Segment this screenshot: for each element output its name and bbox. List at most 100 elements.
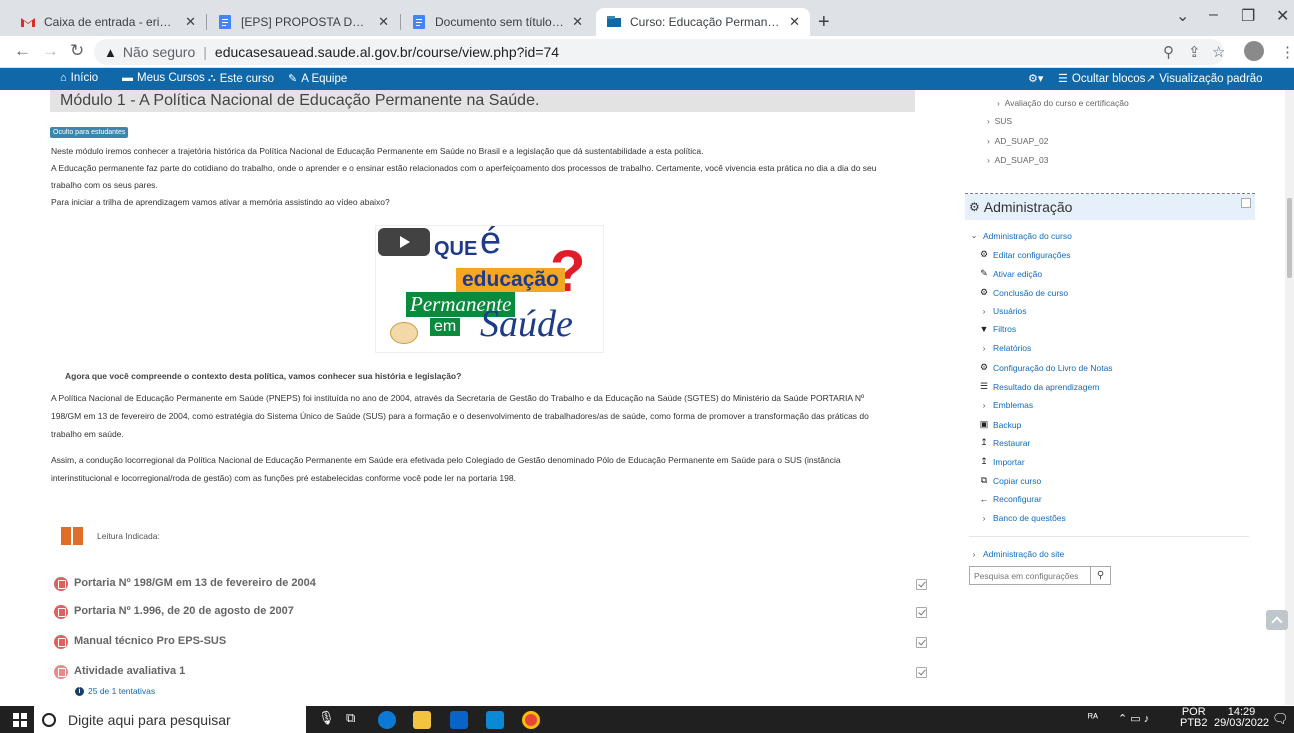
admin-item[interactable]: › Emblemas (979, 400, 1034, 410)
admin-item[interactable]: ⧉ Copiar curso (979, 475, 1041, 486)
attempts-info[interactable]: i 25 de 1 tentativas (75, 686, 155, 696)
security-status: Não seguro (122, 44, 196, 60)
window-close-button[interactable]: ✕ (1276, 6, 1289, 26)
resource-row[interactable]: Portaria Nº 198/GM em 13 de fevereiro de… (54, 576, 927, 598)
completion-checkbox[interactable] (916, 637, 927, 648)
address-bar: ← → ↻ ▲ Não seguro | educasesauead.saude… (0, 36, 1294, 68)
mail-icon[interactable] (486, 711, 504, 729)
menu-dots-icon[interactable]: ⋮ (1280, 43, 1294, 61)
tab-moodle-course[interactable]: Curso: Educação Permanente em ✕ (596, 8, 810, 36)
divider (969, 536, 1249, 537)
admin-item[interactable]: ⚙ Editar configurações (979, 249, 1071, 260)
taskbar-search-placeholder: Digite aqui para pesquisar (68, 711, 231, 728)
tree-item[interactable]: › SUS (987, 116, 1012, 126)
admin-item[interactable]: ▼ Filtros (979, 324, 1017, 334)
admin-item[interactable]: › Banco de questões (979, 513, 1066, 523)
nav-my-courses[interactable]: ▬ Meus Cursos (122, 72, 205, 84)
clock[interactable]: 14:29 29/03/2022 (1214, 707, 1269, 729)
standard-view-button[interactable]: ↗ Visualização padrão (1146, 72, 1263, 86)
nav-my-courses-label: Meus Cursos (137, 72, 205, 84)
nav-this-course[interactable]: ⛬ Este curso (208, 72, 274, 85)
close-icon[interactable]: ✕ (185, 14, 196, 30)
hide-blocks-button[interactable]: ☰ Ocultar blocos (1058, 72, 1146, 86)
admin-item[interactable]: ⚙ Configuração do Livro de Notas (979, 362, 1113, 373)
course-admin-node[interactable]: ⌄ Administração do curso (969, 230, 1071, 241)
settings-menu[interactable]: ⚙▾ (1028, 72, 1043, 85)
sus-logo-icon (390, 322, 418, 344)
admin-item[interactable]: ⚙ Conclusão de curso (979, 287, 1068, 298)
back-to-top-button[interactable] (1266, 610, 1288, 630)
tree-item[interactable]: › Avaliação do curso e certificação (997, 98, 1129, 108)
people-icon[interactable]: ᴿᴬ (1088, 712, 1098, 724)
windows-start-icon[interactable] (13, 713, 27, 727)
resource-link[interactable]: Portaria Nº 198/GM em 13 de fevereiro de… (74, 577, 316, 589)
nav-team[interactable]: ✎ A Equipe (288, 72, 347, 86)
admin-item[interactable]: ✎ Ativar edição (979, 268, 1042, 279)
hide-blocks-label: Ocultar blocos (1071, 72, 1146, 85)
close-icon[interactable]: ✕ (378, 14, 389, 30)
notification-icon[interactable]: 🗨 (1272, 711, 1289, 727)
restore-button[interactable]: ❐ (1241, 6, 1255, 26)
tree-item[interactable]: › AD_SUAP_03 (987, 155, 1048, 165)
tab-docs-untitled[interactable]: Documento sem título - Docume ✕ (401, 8, 593, 36)
back-arrow-icon[interactable]: ← (14, 42, 31, 60)
close-icon[interactable]: ✕ (572, 14, 583, 30)
language-indicator[interactable]: POR PTB2 (1180, 707, 1208, 729)
new-tab-button[interactable]: + (818, 12, 830, 32)
search-icon[interactable]: ⚲ (1090, 567, 1110, 584)
magic-icon: ✎ (288, 73, 298, 85)
video-thumbnail[interactable]: QUE é ? educação Permanente em Saúde (375, 225, 604, 353)
edge-icon[interactable] (378, 711, 396, 729)
chevron-down-icon[interactable]: ⌄ (1176, 6, 1189, 26)
task-view-icon[interactable]: ⧉ (346, 710, 355, 726)
chevron-right-icon: › (982, 400, 986, 410)
moodle-icon (606, 14, 622, 30)
resource-link[interactable]: Portaria Nº 1.996, de 20 de agosto de 20… (74, 605, 294, 617)
close-icon[interactable]: ✕ (789, 14, 800, 30)
resource-link[interactable]: Manual técnico Pro EPS-SUS (74, 635, 226, 647)
admin-item[interactable]: ↥ Restaurar (979, 437, 1030, 448)
resource-row[interactable]: Manual técnico Pro EPS-SUS (54, 634, 927, 656)
site-admin-node[interactable]: › Administração do site (969, 549, 1065, 559)
resource-link[interactable]: Atividade avaliativa 1 (74, 665, 185, 677)
play-icon[interactable] (378, 228, 430, 256)
collapse-icon[interactable] (1241, 198, 1251, 208)
tab-gmail[interactable]: Caixa de entrada - erivaldolimah ✕ (10, 8, 206, 36)
admin-item[interactable]: ▣ Backup (979, 419, 1022, 430)
admin-item[interactable]: ☰ Resultado da aprendizagem (979, 381, 1099, 392)
share-icon[interactable]: ⇪ (1188, 43, 1201, 61)
completion-checkbox[interactable] (916, 607, 927, 618)
completion-checkbox[interactable] (916, 579, 927, 590)
microphone-icon[interactable]: 🎙 (318, 710, 335, 726)
forward-arrow-icon[interactable]: → (42, 42, 59, 60)
admin-item[interactable]: › Relatórios (979, 343, 1032, 353)
avatar[interactable] (1244, 41, 1264, 61)
intro-line: Neste módulo iremos conhecer a trajetóri… (51, 146, 704, 156)
tray-icons[interactable]: ⌃ ▭ ♪ (1118, 712, 1149, 725)
admin-item[interactable]: ↥ Importar (979, 456, 1024, 467)
admin-search-input[interactable] (970, 567, 1090, 584)
admin-item[interactable]: › Usuários (979, 306, 1027, 316)
book-icon (61, 527, 83, 545)
tab-docs-proposta[interactable]: [EPS] PROPOSTA DE READEQUAÇ ✕ (207, 8, 399, 36)
star-icon[interactable]: ☆ (1212, 43, 1225, 61)
scrollbar-thumb[interactable] (1287, 198, 1292, 278)
taskbar-search[interactable]: Digite aqui para pesquisar (34, 706, 306, 733)
sitemap-icon: ⛬ (208, 72, 216, 84)
resource-row[interactable]: Portaria Nº 1.996, de 20 de agosto de 20… (54, 604, 927, 626)
nav-home[interactable]: ⌂ Início (60, 72, 98, 84)
chrome-icon[interactable] (522, 711, 540, 729)
copy-icon: ⧉ (980, 475, 988, 485)
reload-icon[interactable]: ↻ (70, 42, 84, 60)
gmail-icon (20, 14, 36, 30)
store-icon[interactable] (450, 711, 468, 729)
url-field[interactable]: ▲ Não seguro | educasesauead.saude.al.go… (94, 39, 1224, 65)
tree-item[interactable]: › AD_SUAP_02 (987, 136, 1048, 146)
completion-checkbox[interactable] (916, 667, 927, 678)
resource-row[interactable]: Atividade avaliativa 1 (54, 664, 927, 686)
zoom-icon[interactable]: ⚲ (1163, 43, 1174, 61)
file-explorer-icon[interactable] (413, 711, 431, 729)
video-text-que: QUE (434, 238, 478, 260)
minimize-button[interactable]: – (1209, 6, 1218, 24)
admin-item[interactable]: ← Reconfigurar (979, 494, 1042, 504)
